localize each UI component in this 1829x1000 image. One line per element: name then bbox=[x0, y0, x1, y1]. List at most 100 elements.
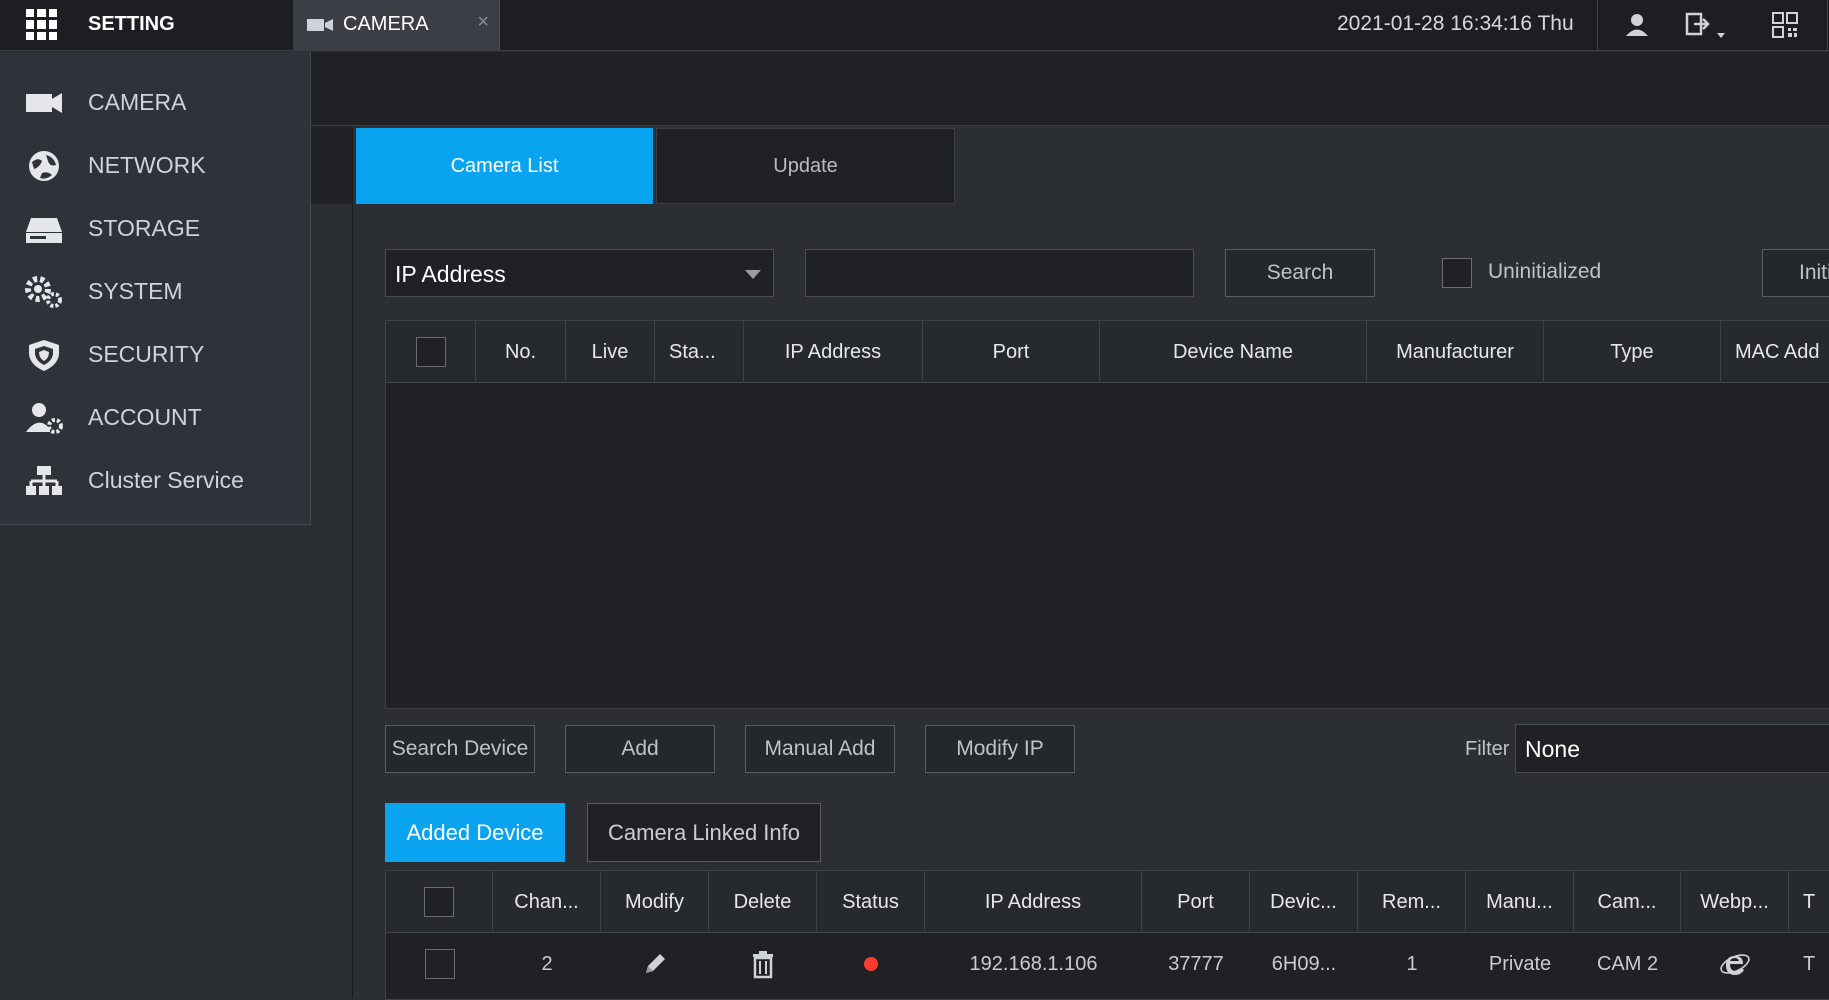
device-name-cell: 6H09... bbox=[1271, 952, 1337, 975]
uninitialized-label: Uninitialized bbox=[1488, 260, 1602, 283]
filter-select[interactable]: None bbox=[1515, 724, 1829, 773]
column-header[interactable]: Manufacturer bbox=[1367, 321, 1544, 383]
sidebar-item-system[interactable]: SYSTEM bbox=[0, 261, 310, 321]
select-all-checkbox[interactable] bbox=[415, 337, 446, 367]
camera-name-cell: CAM 2 bbox=[1596, 952, 1659, 975]
close-icon[interactable]: × bbox=[477, 11, 489, 34]
divider bbox=[1597, 0, 1598, 51]
column-header[interactable]: Modify bbox=[601, 871, 709, 933]
logout-icon[interactable] bbox=[1684, 10, 1728, 40]
search-input[interactable] bbox=[805, 249, 1194, 297]
search-field-select-value: IP Address bbox=[395, 261, 506, 287]
datetime-display: 2021-01-28 16:34:16 Thu bbox=[1337, 12, 1574, 35]
select-all-checkbox[interactable] bbox=[424, 887, 454, 917]
qr-code-icon[interactable] bbox=[1770, 10, 1800, 40]
top-bar: SETTING CAMERA × 2021-01-28 16:34:16 Thu bbox=[0, 0, 1829, 51]
column-header[interactable]: Chan... bbox=[493, 871, 601, 933]
column-header[interactable]: Sta... bbox=[655, 321, 744, 383]
content-left-strip bbox=[310, 126, 353, 998]
tab-camera[interactable]: CAMERA × bbox=[293, 0, 500, 51]
sidebar-item-cluster-service[interactable]: Cluster Service bbox=[0, 450, 310, 510]
manual-add-button[interactable]: Manual Add bbox=[745, 725, 895, 773]
user-icon[interactable] bbox=[1622, 10, 1652, 40]
filter-select-value: None bbox=[1525, 736, 1580, 762]
search-field-select[interactable]: IP Address bbox=[385, 249, 774, 297]
sidebar-item-label: CAMERA bbox=[88, 89, 187, 115]
initialize-button[interactable]: Initi bbox=[1762, 249, 1829, 297]
column-header[interactable]: Device Name bbox=[1100, 321, 1367, 383]
filter-label: Filter bbox=[1465, 738, 1510, 760]
column-header[interactable]: Live bbox=[566, 321, 655, 383]
column-header[interactable]: Port bbox=[923, 321, 1100, 383]
sidebar-item-label: SECURITY bbox=[88, 341, 205, 367]
delete-cell bbox=[709, 933, 817, 995]
chevron-down-icon bbox=[745, 270, 761, 279]
column-header[interactable]: Cam... bbox=[1574, 871, 1681, 933]
tab-camera-linked-info[interactable]: Camera Linked Info bbox=[587, 803, 821, 862]
sidebar-item-label: NETWORK bbox=[88, 152, 206, 178]
hard-drive-icon bbox=[26, 218, 62, 243]
tab-added-device[interactable]: Added Device bbox=[385, 803, 565, 862]
manufacturer-cell: Private bbox=[1488, 952, 1552, 975]
ie-browser-icon[interactable] bbox=[1719, 948, 1751, 980]
column-header[interactable]: Manu... bbox=[1466, 871, 1574, 933]
shield-icon bbox=[29, 340, 59, 371]
port-cell: 37777 bbox=[1168, 952, 1224, 975]
app-title: SETTING bbox=[88, 13, 175, 35]
user-gear-icon bbox=[26, 403, 63, 434]
gears-icon bbox=[25, 276, 62, 308]
trash-icon[interactable] bbox=[750, 949, 776, 979]
status-dot bbox=[864, 957, 878, 971]
search-button[interactable]: Search bbox=[1225, 249, 1375, 297]
row-select-cell bbox=[386, 933, 493, 995]
column-header[interactable]: Webp... bbox=[1681, 871, 1789, 933]
sidebar-item-network[interactable]: NETWORK bbox=[0, 135, 310, 195]
column-header[interactable]: IP Address bbox=[744, 321, 923, 383]
sidebar-item-label: ACCOUNT bbox=[88, 404, 202, 430]
uninitialized-checkbox[interactable] bbox=[1442, 258, 1472, 288]
sidebar-item-storage[interactable]: STORAGE bbox=[0, 198, 310, 258]
add-button[interactable]: Add bbox=[565, 725, 715, 773]
main-menu-grid-icon[interactable] bbox=[26, 9, 57, 40]
sidebar-item-label: Cluster Service bbox=[88, 467, 244, 493]
channel-cell: 2 bbox=[541, 952, 553, 975]
tab-camera-label: CAMERA bbox=[343, 13, 429, 35]
sub-bar bbox=[310, 52, 1829, 126]
sidebar-item-security[interactable]: SECURITY bbox=[0, 324, 310, 384]
sidebar-item-camera[interactable]: CAMERA bbox=[0, 72, 310, 132]
column-header[interactable]: Rem... bbox=[1358, 871, 1466, 933]
column-header[interactable]: Devic... bbox=[1250, 871, 1358, 933]
column-header[interactable]: Status bbox=[817, 871, 925, 933]
column-header[interactable]: Port bbox=[1142, 871, 1250, 933]
column-header[interactable]: Delete bbox=[709, 871, 817, 933]
modify-ip-button[interactable]: Modify IP bbox=[925, 725, 1075, 773]
cluster-icon bbox=[26, 466, 62, 495]
settings-side-menu: CAMERA NETWORK STORAGE SYSTEM SECURITY A… bbox=[0, 52, 311, 525]
select-all-cell bbox=[386, 321, 476, 383]
select-all-cell bbox=[386, 871, 493, 933]
tab-camera-list[interactable]: Camera List bbox=[356, 128, 653, 204]
column-header[interactable]: No. bbox=[476, 321, 566, 383]
column-header[interactable]: IP Address bbox=[925, 871, 1142, 933]
ip-address-cell: 192.168.1.106 bbox=[969, 952, 1098, 975]
sidebar-item-label: STORAGE bbox=[88, 215, 201, 241]
modify-cell bbox=[601, 933, 709, 995]
tab-update[interactable]: Update bbox=[656, 128, 955, 204]
remote-channel-cell: 1 bbox=[1406, 952, 1418, 975]
sidebar-item-account[interactable]: ACCOUNT bbox=[0, 387, 310, 447]
pencil-icon[interactable] bbox=[640, 949, 670, 979]
row-checkbox[interactable] bbox=[424, 949, 455, 979]
divider bbox=[1827, 0, 1828, 51]
table-header: Chan... Modify Delete Status IP Address … bbox=[386, 871, 1829, 933]
camera-icon bbox=[307, 19, 333, 31]
column-header[interactable]: T bbox=[1789, 871, 1829, 933]
column-header[interactable]: Type bbox=[1544, 321, 1721, 383]
added-device-table: Chan... Modify Delete Status IP Address … bbox=[385, 870, 1829, 1000]
search-results-table: No. Live Sta... IP Address Port Device N… bbox=[385, 320, 1829, 709]
search-device-button[interactable]: Search Device bbox=[385, 725, 535, 773]
webpage-cell bbox=[1681, 933, 1789, 995]
sidebar-item-label: SYSTEM bbox=[88, 278, 183, 304]
type-cell: T bbox=[1803, 952, 1816, 975]
column-header[interactable]: MAC Add bbox=[1721, 321, 1829, 383]
network-globe-icon bbox=[29, 151, 59, 181]
